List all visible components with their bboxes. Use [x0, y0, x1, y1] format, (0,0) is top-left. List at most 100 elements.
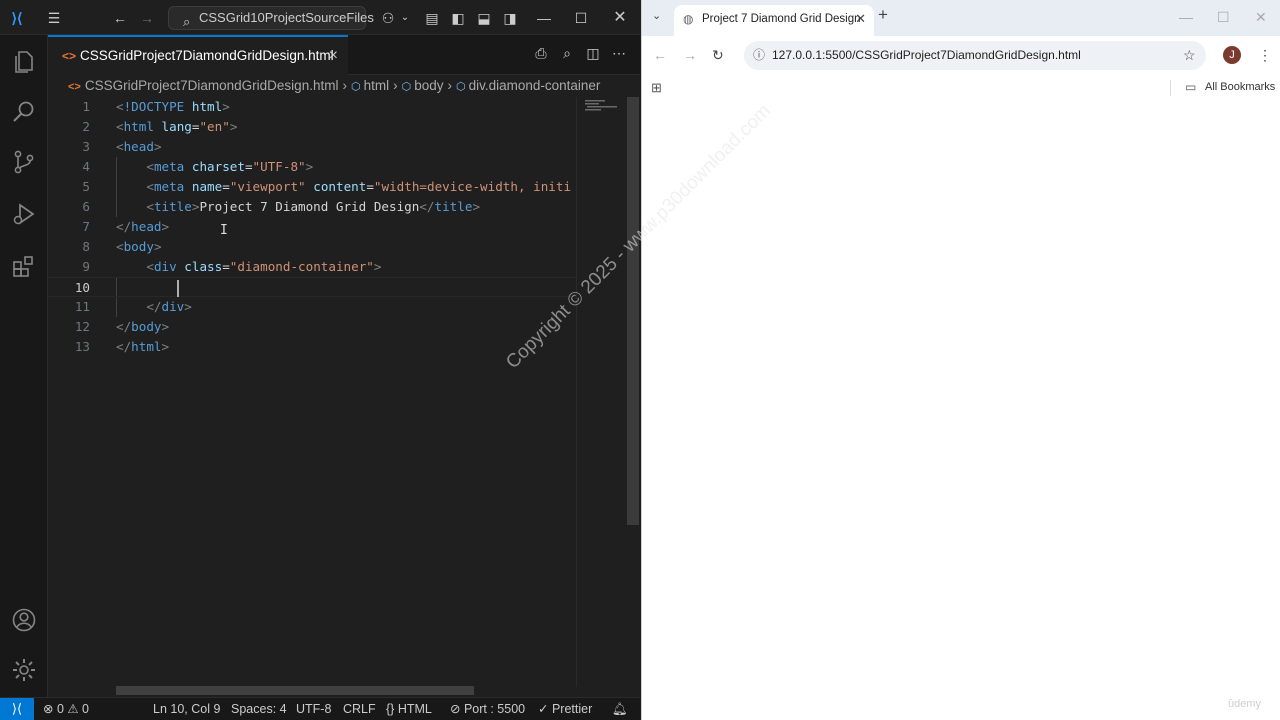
editor-tab-active[interactable]: <> CSSGridProject7DiamondGridDesign.html… — [48, 35, 348, 75]
chevron-right-icon: › — [393, 78, 398, 93]
toggle-panel-icon[interactable]: ⬓ — [474, 8, 494, 28]
preview-search-icon[interactable]: ⌕ — [554, 45, 580, 62]
problems-status[interactable]: ⊗ 0 ⚠ 0 — [43, 698, 89, 720]
settings-gear-icon[interactable] — [11, 657, 37, 683]
reload-icon[interactable]: ↻ — [712, 47, 724, 64]
apps-grid-icon[interactable]: ⊞ — [651, 80, 662, 96]
accounts-icon[interactable] — [11, 607, 37, 633]
vertical-scrollbar[interactable] — [627, 97, 639, 525]
code-line: 6 <title>Project 7 Diamond Grid Design</… — [48, 197, 576, 217]
udemy-logo: ûdemy — [1228, 698, 1262, 710]
language-mode[interactable]: {} HTML — [386, 698, 432, 720]
cursor-position[interactable]: Ln 10, Col 9 — [153, 698, 220, 720]
breadcrumb-body[interactable]: body — [414, 78, 443, 93]
browser-tab-title: Project 7 Diamond Grid Design — [702, 13, 861, 25]
breadcrumb-html[interactable]: html — [364, 78, 390, 93]
encoding-status[interactable]: UTF-8 — [296, 698, 331, 720]
browser-window: ⌄ ◍ Project 7 Diamond Grid Design ✕ + — … — [641, 0, 1280, 720]
code-line: 2 <html lang="en"> — [48, 117, 576, 137]
line-number: 3 — [82, 139, 90, 154]
line-number: 7 — [82, 219, 90, 234]
command-center-search[interactable]: ⌕ CSSGrid10ProjectSourceFiles — [168, 6, 374, 30]
open-preview-icon[interactable]: ⎙ — [528, 45, 554, 62]
vscode-logo-icon: ⟩⟨ — [11, 10, 23, 26]
search-icon[interactable] — [11, 99, 37, 125]
tab-close-icon[interactable]: × — [329, 37, 338, 75]
search-icon: ⌕ — [183, 14, 191, 29]
customize-layout-icon[interactable]: ▤ — [422, 8, 442, 28]
line-number: 13 — [74, 339, 90, 354]
html-file-icon: <> — [62, 49, 77, 63]
notifications-bell-icon[interactable]: 🔔︎ — [612, 698, 628, 720]
all-bookmarks-label[interactable]: All Bookmarks — [1205, 81, 1275, 93]
toggle-sidebar-icon[interactable]: ◧ — [448, 8, 468, 28]
tab-close-icon[interactable]: ✕ — [855, 5, 866, 33]
line-number-active: 10 — [74, 280, 90, 295]
new-tab-icon[interactable]: + — [878, 5, 888, 25]
avatar[interactable]: J — [1223, 46, 1241, 64]
minimize-icon[interactable]: — — [534, 8, 554, 28]
element-icon: ⬡ — [401, 81, 412, 93]
site-info-icon[interactable]: ⓘ — [753, 41, 765, 70]
code-line: 11 </div> — [48, 297, 576, 317]
indentation-status[interactable]: Spaces: 4 — [231, 698, 287, 720]
minimap-preview — [585, 100, 617, 111]
remote-indicator-icon[interactable]: ⟩⟨ — [0, 698, 34, 720]
live-server-port[interactable]: ⊘ Port : 5500 — [450, 698, 525, 720]
line-number: 2 — [82, 119, 90, 134]
code-line: 5 <meta name="viewport" content="width=d… — [48, 177, 576, 197]
more-menu-icon[interactable]: ⋮ — [1258, 47, 1272, 64]
address-bar[interactable]: ⓘ 127.0.0.1:5500/CSSGridProject7DiamondG… — [744, 41, 1206, 70]
back-arrow-icon[interactable]: ← — [653, 47, 667, 63]
code-editor[interactable]: 1 <!DOCTYPE html> 2 <html lang="en"> 3 <hea… — [48, 97, 576, 687]
browser-tab-strip: ⌄ ◍ Project 7 Diamond Grid Design ✕ + — … — [642, 0, 1280, 36]
horizontal-scrollbar[interactable] — [116, 686, 474, 695]
browser-tab[interactable]: ◍ Project 7 Diamond Grid Design ✕ — [674, 5, 874, 36]
close-icon[interactable]: ✕ — [1255, 9, 1267, 26]
text-cursor — [177, 280, 179, 297]
editor-actions: ⎙ ⌕ ◫ ⋯ — [528, 45, 632, 63]
address-url: 127.0.0.1:5500/CSSGridProject7DiamondGri… — [772, 48, 1081, 62]
breadcrumb-file[interactable]: CSSGridProject7DiamondGridDesign.html — [85, 78, 339, 93]
more-actions-icon[interactable]: ⋯ — [606, 45, 632, 62]
code-line-current: 10 — [48, 277, 576, 297]
tab-search-icon[interactable]: ⌄ — [652, 9, 661, 22]
explorer-icon[interactable] — [11, 49, 37, 75]
menu-icon[interactable]: ☰ — [44, 8, 64, 28]
close-icon[interactable]: ✕ — [610, 8, 630, 28]
code-line: 3 <head> — [48, 137, 576, 157]
forward-arrow-icon[interactable]: → — [683, 47, 697, 63]
chevron-right-icon: › — [447, 78, 452, 93]
chevron-right-icon: › — [342, 78, 347, 93]
chevron-down-icon[interactable]: ⌄ — [395, 8, 415, 28]
web-page-content — [642, 102, 1280, 720]
bookmarks-bar: ⊞ ▭ All Bookmarks — [642, 74, 1280, 102]
line-number: 1 — [82, 99, 90, 114]
split-editor-icon[interactable]: ◫ — [580, 45, 606, 62]
extensions-icon[interactable] — [11, 253, 37, 279]
bookmark-star-icon[interactable]: ☆ — [1183, 47, 1196, 64]
breadcrumb-div[interactable]: div.diamond-container — [469, 78, 601, 93]
minimap[interactable] — [576, 97, 626, 687]
eol-status[interactable]: CRLF — [343, 698, 376, 720]
breadcrumb: <> CSSGridProject7DiamondGridDesign.html ›… — [48, 75, 640, 97]
back-arrow-icon[interactable]: ← — [110, 8, 130, 28]
vscode-titlebar: ⟩⟨ ☰ ← → ⌕ CSSGrid10ProjectSourceFiles ⚇… — [0, 0, 640, 35]
line-number: 8 — [82, 239, 90, 254]
bookmark-divider — [1170, 80, 1171, 96]
prettier-status[interactable]: ✓ Prettier — [538, 698, 592, 720]
forward-arrow-icon[interactable]: → — [137, 8, 157, 28]
line-number: 5 — [82, 179, 90, 194]
element-icon: ⬡ — [350, 81, 361, 93]
maximize-icon[interactable]: ☐ — [1217, 9, 1230, 26]
maximize-icon[interactable]: ☐ — [571, 8, 591, 28]
minimize-icon[interactable]: — — [1179, 9, 1193, 25]
code-line: 13 </html> — [48, 337, 576, 357]
mouse-ibeam-cursor: I — [220, 223, 228, 238]
run-debug-icon[interactable] — [11, 201, 37, 227]
line-number: 9 — [82, 259, 90, 274]
command-center-label: CSSGrid10ProjectSourceFiles — [199, 10, 374, 25]
source-control-icon[interactable] — [11, 149, 37, 175]
toggle-secondary-sidebar-icon[interactable]: ◨ — [500, 8, 520, 28]
code-line: 4 <meta charset="UTF-8"> — [48, 157, 576, 177]
